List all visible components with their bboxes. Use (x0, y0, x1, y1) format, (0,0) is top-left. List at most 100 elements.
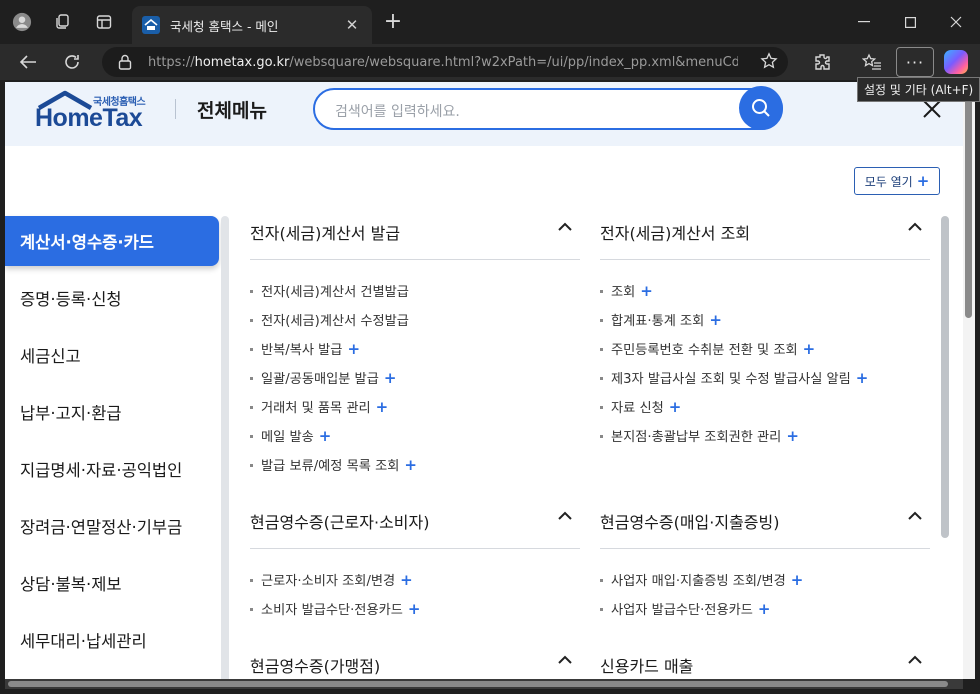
list-item[interactable]: 사업자 매입·지출증빙 조회/변경 + (600, 570, 803, 589)
list-item[interactable]: 사업자 발급수단·전용카드 + (600, 599, 770, 618)
list-item[interactable]: 반복/복사 발급 + (250, 339, 360, 358)
sidebar-item-payment[interactable]: 납부·고지·환급 (5, 387, 219, 437)
plus-icon: + (383, 368, 397, 387)
list-item[interactable]: 주민등록번호 수취분 전환 및 조회 + (600, 339, 815, 358)
section-header-einvoice-issue[interactable]: 전자(세금)계산서 발급 (250, 216, 580, 260)
browser-titlebar: 국세청 홈택스 - 메인 ✕ + (0, 0, 980, 44)
plus-icon: + (668, 397, 682, 416)
list-item[interactable]: 소비자 발급수단·전용카드 + (250, 599, 420, 618)
minimize-icon[interactable] (852, 10, 876, 34)
sidebar-item-statement[interactable]: 지급명세·자료·공익법인 (5, 444, 219, 494)
section-header-einvoice-inquiry[interactable]: 전자(세금)계산서 조회 (600, 216, 930, 260)
url-text: https://hometax.go.kr/websquare/websquar… (148, 54, 738, 70)
plus-icon: + (709, 310, 722, 329)
chevron-up-icon[interactable] (558, 511, 572, 521)
extensions-icon[interactable] (810, 50, 834, 74)
favorites-list-icon[interactable] (860, 50, 884, 74)
workspaces-icon[interactable] (52, 12, 72, 32)
plus-icon: + (375, 397, 389, 416)
horizontal-scrollbar-thumb[interactable] (8, 681, 948, 687)
tab-actions-icon[interactable] (94, 12, 114, 32)
tab-title: 국세청 홈택스 - 메인 (170, 18, 279, 34)
sidebar-item-consulting[interactable]: 상담·불복·제보 (5, 558, 219, 608)
tab-close-icon[interactable]: ✕ (342, 16, 362, 34)
plus-icon: + (347, 339, 361, 358)
list-item[interactable]: 전자(세금)계산서 건별발급 (250, 281, 414, 300)
open-all-label: 모두 열기 (864, 174, 913, 189)
list-item[interactable]: 일괄/공동매입분 발급 + (250, 368, 396, 387)
sidebar-item-label: 세금신고 (20, 347, 81, 366)
list-item[interactable]: 본지점·총괄납부 조회권한 관리 + (600, 426, 799, 445)
sidebar-item-tax-agent[interactable]: 세무대리·납세관리 (5, 615, 219, 665)
plus-icon: + (757, 599, 771, 618)
search-input[interactable]: 검색어를 입력하세요. (313, 88, 783, 130)
sidebar-item-invoice-receipt-card[interactable]: 계산서·영수증·카드 (5, 216, 219, 266)
plus-icon: + (640, 281, 653, 300)
browser-tab-active[interactable]: 국세청 홈택스 - 메인 ✕ (132, 6, 372, 44)
settings-tooltip: 설정 및 기타 (Alt+F) (857, 77, 980, 102)
browser-toolbar: https://hometax.go.kr/websquare/websquar… (0, 44, 980, 80)
section-header-cash-receipt-consumer[interactable]: 현금영수증(근로자·소비자) (250, 505, 580, 549)
new-tab-icon[interactable]: + (382, 11, 404, 33)
plus-icon: + (786, 426, 799, 445)
plus-icon: + (916, 172, 930, 190)
maximize-icon[interactable] (898, 10, 922, 34)
list-item[interactable]: 조회 + (600, 281, 653, 300)
content-scrollbar[interactable] (941, 216, 949, 538)
list-item[interactable]: 거래처 및 품목 관리 + (250, 397, 388, 416)
search-placeholder: 검색어를 입력하세요. (335, 104, 460, 120)
hometax-logo[interactable]: 국세청홈택스 HomeTax (35, 90, 155, 132)
search-button[interactable] (739, 86, 783, 130)
favorite-star-icon[interactable] (760, 52, 778, 74)
page-title: 전체메뉴 (197, 100, 267, 122)
list-item[interactable]: 근로자·소비자 조회/변경 + (250, 570, 413, 589)
section-header-credit-card-sales[interactable]: 신용카드 매출 (600, 649, 930, 679)
section-title: 신용카드 매출 (600, 657, 694, 676)
address-bar[interactable]: https://hometax.go.kr/websquare/websquar… (102, 47, 788, 77)
sidebar-scrollbar[interactable] (221, 216, 229, 679)
sidebar-item-label: 지급명세·자료·공익법인 (20, 461, 183, 480)
plus-icon: + (318, 426, 332, 445)
list-item[interactable]: 합계표·통계 조회 + (600, 310, 722, 329)
list-item[interactable]: 자료 신청 + (600, 397, 681, 416)
chevron-up-icon[interactable] (908, 511, 922, 521)
page-viewport: 국세청홈택스 HomeTax 전체메뉴 검색어를 입력하세요. 모두 열기 + 계… (5, 82, 975, 679)
list-item[interactable]: 제3자 발급사실 조회 및 수정 발급사실 알림 + (600, 368, 868, 387)
sidebar-item-label: 증명·등록·신청 (20, 290, 122, 309)
header-divider (175, 99, 176, 119)
plus-icon: + (802, 339, 816, 358)
open-all-button[interactable]: 모두 열기 + (854, 167, 940, 195)
lock-icon[interactable] (118, 53, 136, 71)
chevron-up-icon[interactable] (908, 655, 922, 665)
chevron-up-icon[interactable] (558, 655, 572, 665)
list-item[interactable]: 메일 발송 + (250, 426, 331, 445)
chevron-up-icon[interactable] (908, 222, 922, 232)
sidebar-item-label: 상담·불복·제보 (20, 575, 122, 594)
search-icon (752, 99, 770, 117)
plus-icon: + (790, 570, 804, 589)
logo-main-text: HomeTax (35, 104, 143, 132)
settings-and-more-button[interactable]: ··· (896, 47, 934, 77)
back-arrow-icon[interactable] (16, 50, 40, 74)
chevron-up-icon[interactable] (558, 222, 572, 232)
refresh-icon[interactable] (60, 50, 84, 74)
plus-icon: + (855, 368, 869, 387)
list-item[interactable]: 전자(세금)계산서 수정발급 (250, 310, 414, 329)
sidebar-item-tax-report[interactable]: 세금신고 (5, 330, 219, 380)
section-title: 전자(세금)계산서 조회 (600, 224, 751, 243)
section-header-cash-receipt-merchant[interactable]: 현금영수증(가맹점) (250, 649, 580, 679)
sidebar-item-incentive[interactable]: 장려금·연말정산·기부금 (5, 501, 219, 551)
category-sidebar: 계산서·영수증·카드 증명·등록·신청 세금신고 납부·고지·환급 지급명세·자… (5, 216, 221, 679)
section-title: 현금영수증(매입·지출증빙) (600, 513, 780, 532)
page-scrollbar-thumb[interactable] (965, 96, 972, 318)
profile-avatar-icon[interactable] (12, 12, 32, 32)
section-title: 전자(세금)계산서 발급 (250, 224, 401, 243)
sidebar-item-label: 납부·고지·환급 (20, 404, 122, 423)
plus-icon: + (400, 570, 413, 589)
list-item[interactable]: 발급 보류/예정 목록 조회 + (250, 455, 417, 474)
plus-icon: + (407, 599, 421, 618)
sidebar-item-certificate[interactable]: 증명·등록·신청 (5, 273, 219, 323)
section-header-cash-receipt-business[interactable]: 현금영수증(매입·지출증빙) (600, 505, 930, 549)
window-close-icon[interactable] (944, 10, 968, 34)
copilot-icon[interactable] (944, 50, 968, 74)
